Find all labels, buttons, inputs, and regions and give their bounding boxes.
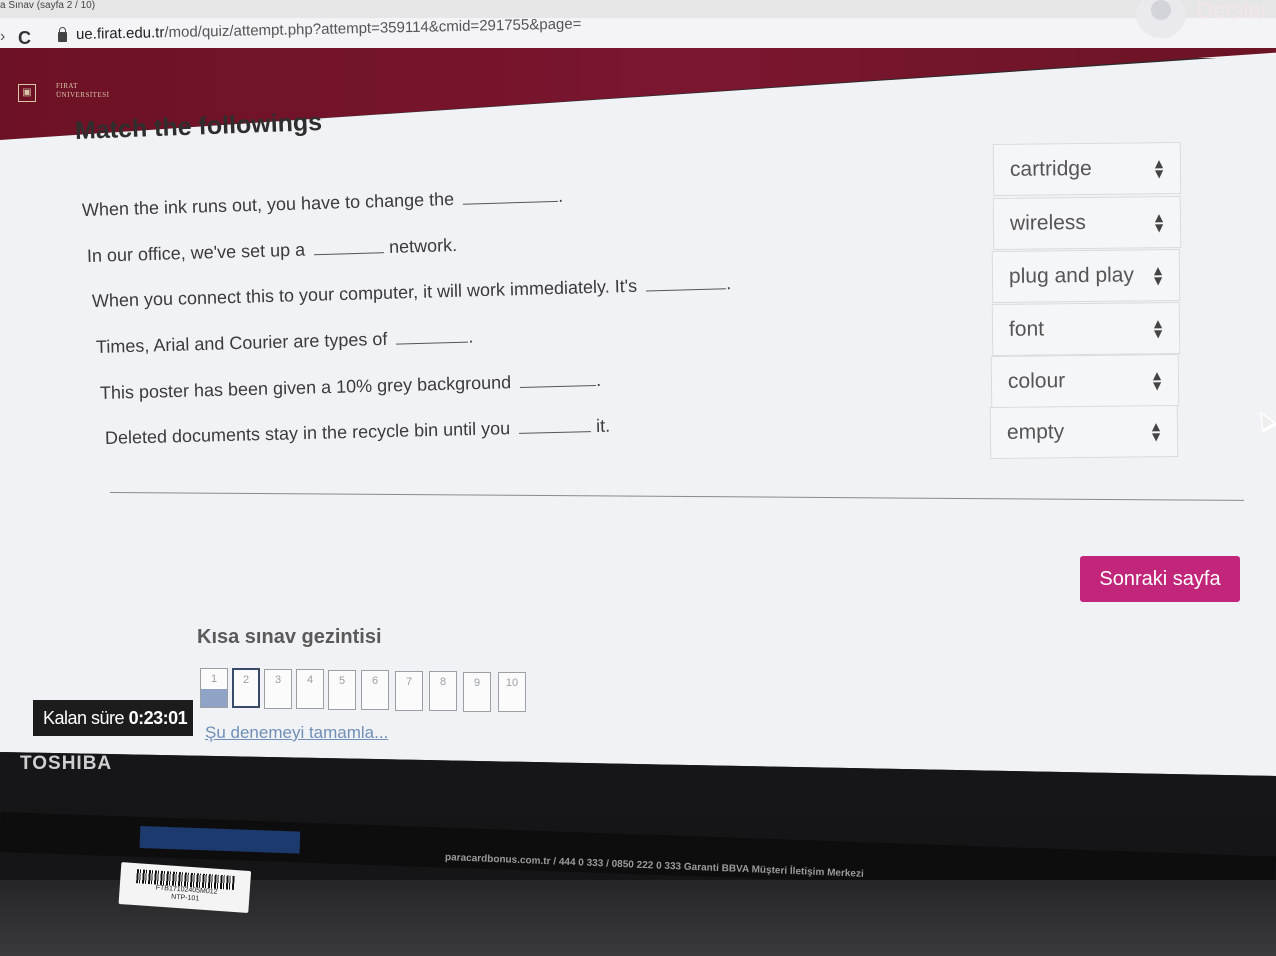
next-page-button[interactable]: Sonraki sayfa xyxy=(1080,556,1240,602)
select-arrows-icon: ▲ ▼ xyxy=(1150,315,1166,342)
page-number: 4 xyxy=(306,674,314,686)
quiz-nav-page-4[interactable]: 4 xyxy=(296,669,324,709)
page-number: 2 xyxy=(242,674,250,686)
quiz-nav-page-5[interactable]: 5 xyxy=(328,670,356,710)
select-value: cartridge xyxy=(1009,156,1092,181)
question-row-2: In our office, we've set up a network. xyxy=(87,235,458,267)
answer-blank xyxy=(313,241,385,256)
page-number: 3 xyxy=(274,674,282,686)
answer-blank xyxy=(519,374,597,388)
brand-logo: TOSHIBA xyxy=(20,753,113,774)
quiz-nav-page-3[interactable]: 3 xyxy=(264,669,292,709)
question-suffix: . xyxy=(468,326,474,347)
page-number: 5 xyxy=(338,675,346,687)
page-number: 6 xyxy=(371,675,379,687)
question-text: Times, Arial and Courier are types of xyxy=(95,328,388,357)
mouse-cursor-icon xyxy=(1252,406,1276,434)
question-row-1: When the ink runs out, you have to chang… xyxy=(82,186,564,221)
timer-label: Kalan süre xyxy=(43,708,125,728)
question-suffix: . xyxy=(595,369,602,391)
question-suffix: it. xyxy=(595,415,611,436)
question-row-4: Times, Arial and Courier are types of . xyxy=(96,326,474,358)
question-suffix: . xyxy=(725,273,732,294)
answer-select-6[interactable]: empty ▲ ▼ xyxy=(989,405,1179,459)
question-row-6: Deleted documents stay in the recycle bi… xyxy=(105,416,611,449)
question-suffix: . xyxy=(557,185,564,206)
photo-scene: a Sınav (sayfa 2 / 10) › C ue.firat.edu.… xyxy=(0,0,1276,956)
question-title: Match the followings xyxy=(74,107,323,145)
quiz-navigation-title: Kısa sınav gezintisi xyxy=(197,626,382,648)
question-text: Deleted documents stay in the recycle bi… xyxy=(104,418,511,448)
page-number: 10 xyxy=(505,677,519,689)
select-arrows-icon: ▲ ▼ xyxy=(1148,418,1164,445)
select-value: font xyxy=(1008,317,1045,341)
quiz-nav-page-8[interactable]: 8 xyxy=(429,671,457,711)
page-number: 9 xyxy=(473,677,481,689)
select-value: colour xyxy=(1007,369,1066,393)
answer-blank xyxy=(518,420,592,434)
answer-blank xyxy=(462,189,559,205)
select-value: wireless xyxy=(1009,211,1086,235)
question-row-5: This poster has been given a 10% grey ba… xyxy=(100,370,602,404)
select-arrows-icon: ▲ ▼ xyxy=(1151,155,1167,182)
quiz-nav-page-6[interactable]: 6 xyxy=(361,670,389,710)
answer-select-4[interactable]: font ▲ ▼ xyxy=(991,302,1181,356)
select-value: plug and play xyxy=(1008,263,1135,288)
timer-value: 0:23:01 xyxy=(128,708,188,728)
quiz-nav-page-10[interactable]: 10 xyxy=(498,672,526,712)
page-number: 8 xyxy=(439,676,447,688)
barcode-label: FTB17102405M012 NTP-101 xyxy=(118,862,252,914)
question-text: When the ink runs out, you have to chang… xyxy=(81,188,455,220)
page-number: 7 xyxy=(405,676,413,688)
barcode-model: NTP-101 xyxy=(170,893,200,903)
answer-select-3[interactable]: plug and play ▲ ▼ xyxy=(991,249,1181,303)
question-suffix: network. xyxy=(388,235,458,258)
question-text: In our office, we've set up a xyxy=(86,239,306,266)
section-divider xyxy=(109,492,1244,501)
question-text: This poster has been given a 10% grey ba… xyxy=(99,372,512,403)
quiz-nav-page-1[interactable]: 1 xyxy=(200,668,228,708)
answer-select-1[interactable]: cartridge ▲ ▼ xyxy=(992,142,1182,196)
answer-select-2[interactable]: wireless ▲ ▼ xyxy=(992,196,1182,250)
question-row-3: When you connect this to your computer, … xyxy=(92,273,732,312)
quiz-nav-page-7[interactable]: 7 xyxy=(395,671,423,711)
select-arrows-icon: ▲ ▼ xyxy=(1150,262,1166,289)
select-arrows-icon: ▲ ▼ xyxy=(1149,367,1165,394)
answer-blank xyxy=(645,277,727,292)
finish-attempt-link[interactable]: Şu denemeyi tamamla... xyxy=(205,723,388,743)
quiz-nav-page-9[interactable]: 9 xyxy=(463,672,491,712)
page-number: 1 xyxy=(210,673,218,685)
answer-blank xyxy=(396,330,469,345)
quiz-nav-page-2[interactable]: 2 xyxy=(232,668,260,708)
time-remaining-box: Kalan süre 0:23:01 xyxy=(33,700,193,736)
select-arrows-icon: ▲ ▼ xyxy=(1151,209,1167,236)
question-text: When you connect this to your computer, … xyxy=(91,275,638,311)
answer-select-5[interactable]: colour ▲ ▼ xyxy=(990,354,1180,408)
select-value: empty xyxy=(1006,420,1065,444)
